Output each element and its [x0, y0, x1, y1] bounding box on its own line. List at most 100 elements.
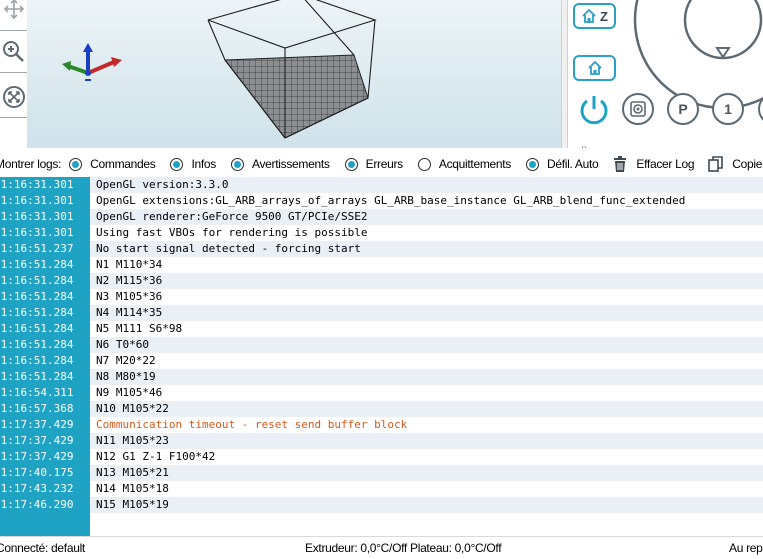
- move-view-icon[interactable]: [0, 0, 27, 24]
- log-message: OpenGL version:3.3.0: [96, 178, 229, 191]
- log-row[interactable]: 11:17:37.429 Communication timeout - rese…: [0, 417, 763, 433]
- repetier-host-window: Z P 1 ◟◟ Montrer logs: Commandes Infos A…: [0, 0, 763, 559]
- view-tools: [0, 0, 27, 148]
- log-row[interactable]: 11:16:51.284 N7 M20*22: [0, 353, 763, 369]
- log-row[interactable]: 11:16:51.237 No start signal detected - f…: [0, 241, 763, 257]
- log-timestamp: 11:16:31.301: [0, 226, 74, 239]
- errors-radio[interactable]: [344, 157, 358, 171]
- log-message: Using fast VBOs for rendering is possibl…: [96, 226, 368, 239]
- log-message: N3 M105*36: [96, 290, 163, 303]
- log-message: N7 M20*22: [96, 354, 156, 367]
- control-panel: Z P 1 ◟◟: [568, 0, 763, 148]
- log-timestamp: 11:17:37.429: [0, 434, 74, 447]
- log-row[interactable]: 11:16:31.301 OpenGL extensions:GL_ARB_arr…: [0, 193, 763, 209]
- log-timestamp: 11:17:43.232: [0, 482, 74, 495]
- log-message: OpenGL renderer:GeForce 9500 GT/PCIe/SSE…: [96, 210, 368, 223]
- log-filter-toolbar: Montrer logs: Commandes Infos Avertissem…: [0, 150, 763, 178]
- log-row[interactable]: 11:16:51.284 N3 M105*36: [0, 289, 763, 305]
- trash-icon: [614, 156, 627, 172]
- log-row[interactable]: 11:16:51.284 N6 T0*60: [0, 337, 763, 353]
- log-timestamp: 11:16:51.284: [0, 322, 74, 335]
- filter-infos[interactable]: Infos: [170, 157, 216, 171]
- home-all-button[interactable]: [573, 55, 616, 81]
- log-row[interactable]: 11:16:51.284 N4 M114*35: [0, 305, 763, 321]
- printer-state: Au repos: [729, 541, 763, 555]
- filter-auto-scroll[interactable]: Défil. Auto: [526, 157, 599, 171]
- tool-divider: [0, 117, 27, 118]
- clear-log-button[interactable]: Effacer Log: [613, 156, 695, 172]
- log-message: No start signal detected - forcing start: [96, 242, 361, 255]
- log-row[interactable]: 11:17:43.232 N14 M105*18: [0, 481, 763, 497]
- jog-wheel[interactable]: [633, 0, 763, 110]
- acknowledgements-radio[interactable]: [417, 157, 431, 171]
- log-row[interactable]: 11:16:51.284 N1 M110*34: [0, 257, 763, 273]
- print-bed: [224, 54, 369, 139]
- log-row[interactable]: 11:16:31.301 OpenGL version:3.3.0: [0, 177, 763, 193]
- show-logs-label: Montrer logs:: [0, 157, 62, 171]
- 3d-viewport[interactable]: [27, 0, 561, 148]
- preset-1-button[interactable]: 1: [712, 93, 744, 125]
- log-row[interactable]: 11:17:37.429 N12 G1 Z-1 F100*42: [0, 449, 763, 465]
- log-timestamp: 11:16:51.284: [0, 258, 74, 271]
- log-row-background: [90, 497, 763, 513]
- log-message: N8 M80*19: [96, 370, 156, 383]
- infos-radio[interactable]: [170, 157, 184, 171]
- log-row[interactable]: 11:16:31.301 Using fast VBOs for renderin…: [0, 225, 763, 241]
- commands-radio[interactable]: [69, 157, 83, 171]
- log-row-background: [90, 337, 763, 353]
- filter-commands[interactable]: Commandes: [69, 157, 156, 171]
- log-timestamp: 11:16:54.311: [0, 386, 74, 399]
- axis-gizmo: [62, 43, 122, 81]
- log-row[interactable]: 11:17:46.290 N15 M105*19: [0, 497, 763, 513]
- log-timestamp: 11:16:51.284: [0, 306, 74, 319]
- log-row-background: [90, 257, 763, 273]
- copy-log-button[interactable]: Copier: [708, 156, 763, 172]
- copy-log-label: Copier: [732, 157, 763, 171]
- zoom-in-icon[interactable]: [0, 37, 27, 67]
- log-row-background: [90, 353, 763, 369]
- errors-label: Erreurs: [365, 157, 404, 171]
- copy-icon: [708, 156, 724, 172]
- log-row[interactable]: 11:17:37.429 N11 M105*23: [0, 433, 763, 449]
- fan-button[interactable]: [622, 93, 654, 125]
- filter-acknowledgements[interactable]: Acquittements: [417, 157, 511, 171]
- partial-control-icon: ◟◟: [582, 138, 589, 148]
- log-message: N9 M105*46: [96, 386, 163, 399]
- log-row[interactable]: 11:16:51.284 N8 M80*19: [0, 369, 763, 385]
- log-row[interactable]: 11:16:51.284 N5 M111 S6*98: [0, 321, 763, 337]
- tool-divider: [0, 72, 27, 73]
- log-list[interactable]: 11:16:31.301 OpenGL version:3.3.0 11:16:31…: [0, 177, 763, 536]
- fan-icon: [630, 101, 646, 117]
- filter-warnings[interactable]: Avertissements: [231, 157, 330, 171]
- fit-view-icon[interactable]: [0, 82, 27, 112]
- log-row-background: [90, 305, 763, 321]
- warnings-label: Avertissements: [252, 157, 330, 171]
- log-message: N11 M105*23: [96, 434, 169, 447]
- log-row[interactable]: 11:16:57.368 N10 M105*22: [0, 401, 763, 417]
- log-row-background: [90, 289, 763, 305]
- log-row-background: [90, 385, 763, 401]
- clear-log-label: Effacer Log: [636, 157, 695, 171]
- log-row[interactable]: 11:16:31.301 OpenGL renderer:GeForce 9500…: [0, 209, 763, 225]
- park-button[interactable]: P: [667, 93, 699, 125]
- log-message: N14 M105*18: [96, 482, 169, 495]
- connection-status: Connecté: default: [0, 541, 85, 555]
- log-row-background: [90, 321, 763, 337]
- log-message: N1 M110*34: [96, 258, 163, 271]
- temperature-status: Extrudeur: 0,0°C/Off Plateau: 0,0°C/Off: [305, 541, 502, 555]
- auto-scroll-radio[interactable]: [526, 157, 539, 171]
- log-timestamp: 11:16:31.301: [0, 210, 74, 223]
- log-message: N6 T0*60: [96, 338, 149, 351]
- log-row[interactable]: 11:16:51.284 N2 M115*36: [0, 273, 763, 289]
- log-row[interactable]: 11:16:54.311 N9 M105*46: [0, 385, 763, 401]
- status-bar: Connecté: default Extrudeur: 0,0°C/Off P…: [0, 536, 763, 559]
- home-z-label: Z: [600, 8, 608, 24]
- panel-splitter[interactable]: [561, 0, 568, 148]
- filter-errors[interactable]: Erreurs: [344, 157, 404, 171]
- log-warning-message: Communication timeout - reset send buffe…: [96, 418, 408, 431]
- log-row[interactable]: 11:17:40.175 N13 M105*21: [0, 465, 763, 481]
- power-button[interactable]: [576, 92, 612, 128]
- warnings-radio[interactable]: [231, 157, 244, 171]
- home-z-button[interactable]: Z: [573, 3, 616, 29]
- log-timestamp: 11:16:51.284: [0, 290, 74, 303]
